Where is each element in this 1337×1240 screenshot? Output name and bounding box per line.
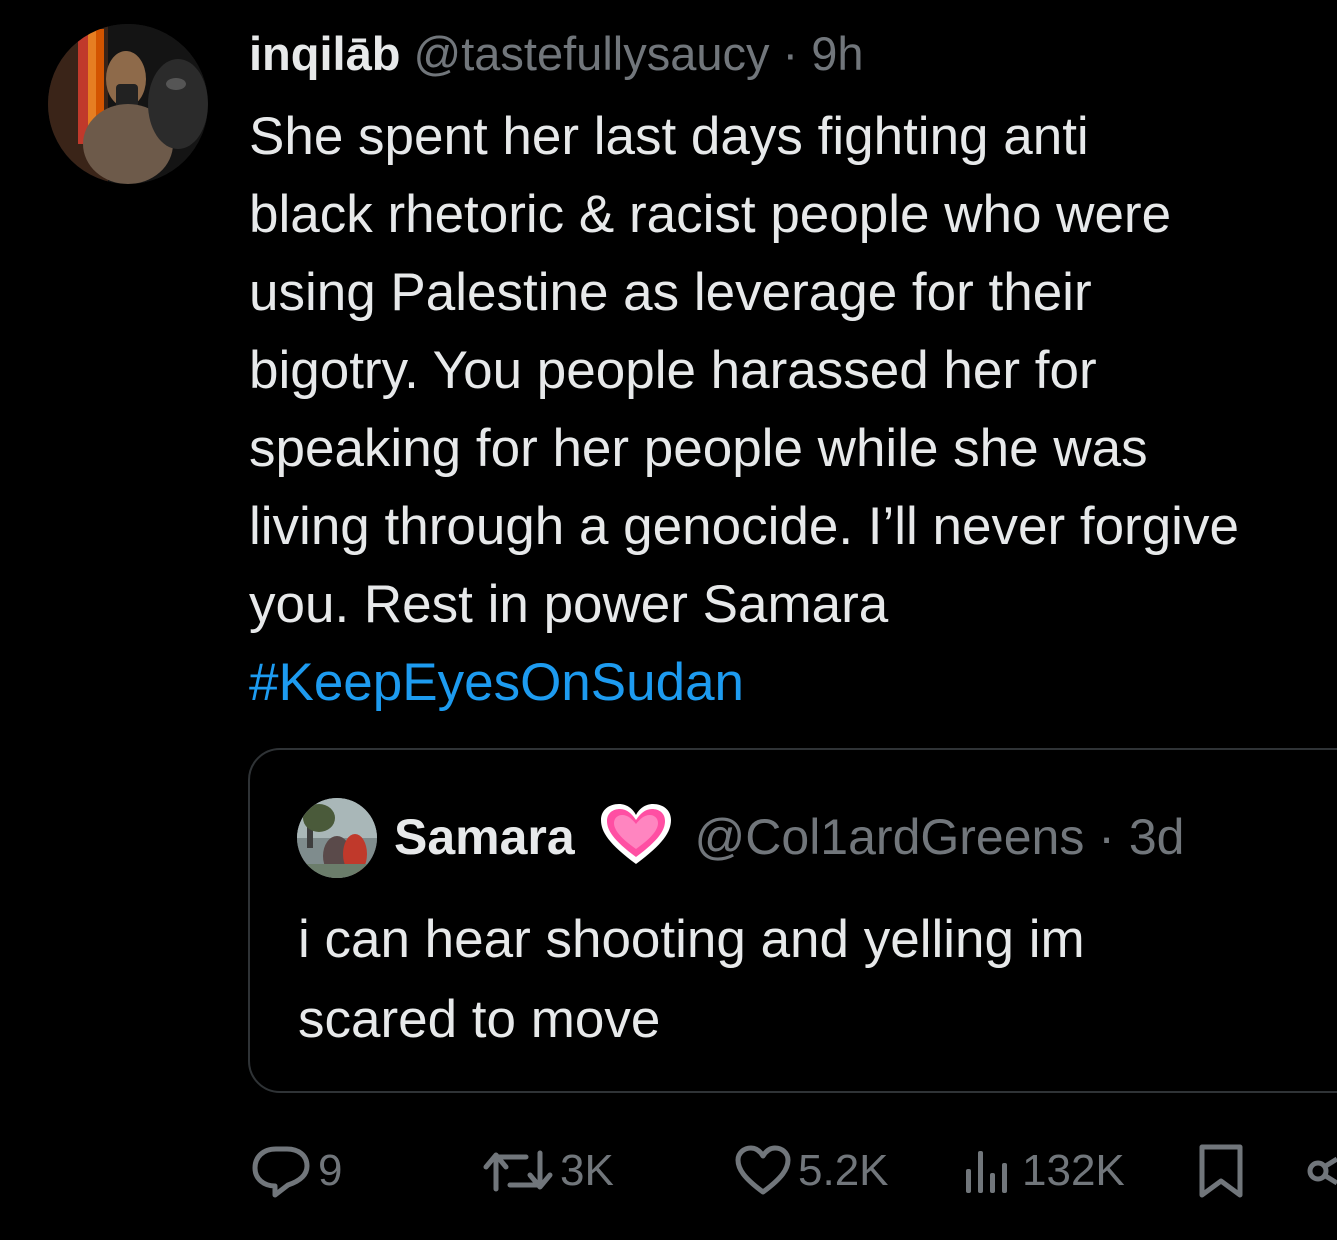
tweet-text-line: bigotry. You people harassed her for: [249, 341, 1097, 400]
reply-icon: [252, 1146, 310, 1198]
like-count: 5.2K: [798, 1146, 889, 1195]
tweet-actions-bar: 9 3K 5.2K 132K: [250, 1136, 1337, 1206]
tweet-text-line: living through a genocide. I’ll never fo…: [249, 497, 1239, 556]
tweet-content: inqilāb @tastefullysaucy · 9h She spent …: [249, 20, 1337, 722]
author-avatar[interactable]: [48, 24, 208, 184]
quoted-author-avatar[interactable]: [297, 798, 377, 878]
quoted-header-separator: ·: [1098, 809, 1115, 865]
quoted-display-name[interactable]: Samara: [394, 809, 575, 865]
like-button[interactable]: 5.2K: [734, 1136, 889, 1206]
quoted-text-line: i can hear shooting and yelling im: [298, 910, 1085, 969]
tweet-text: She spent her last days fighting anti bl…: [249, 98, 1337, 722]
share-button[interactable]: [1304, 1136, 1337, 1206]
views-count: 132K: [1022, 1146, 1125, 1195]
quoted-handle[interactable]: @Col1ardGreens: [695, 809, 1085, 865]
tweet[interactable]: inqilāb @tastefullysaucy · 9h She spent …: [0, 0, 1337, 1240]
tweet-text-line: black rhetoric & racist people who were: [249, 185, 1172, 244]
header-separator: ·: [782, 27, 799, 80]
share-icon: [1307, 1156, 1337, 1186]
sparkling-heart-icon: [599, 802, 673, 868]
quoted-text-line: scared to move: [298, 990, 661, 1049]
reply-button[interactable]: 9: [250, 1136, 342, 1206]
repost-count: 3K: [560, 1146, 614, 1195]
hashtag-link[interactable]: #KeepEyesOnSudan: [249, 644, 1337, 722]
views-button[interactable]: 132K: [960, 1136, 1125, 1206]
tweet-text-line: She spent her last days fighting anti: [249, 107, 1089, 166]
quoted-tweet-text: i can hear shooting and yelling im scare…: [298, 900, 1085, 1060]
bookmark-button[interactable]: [1194, 1136, 1248, 1206]
repost-icon: [483, 1150, 553, 1192]
bookmark-icon: [1199, 1144, 1243, 1198]
tweet-text-line: you. Rest in power Samara: [249, 575, 889, 634]
tweet-timestamp[interactable]: 9h: [811, 27, 863, 80]
tweet-text-line: speaking for her people while she was: [249, 419, 1148, 478]
quoted-tweet[interactable]: Samara @Col1ardGreens · 3d i can hear sh…: [248, 748, 1337, 1093]
views-bar-chart-icon: [966, 1151, 1007, 1193]
author-display-name[interactable]: inqilāb: [249, 27, 400, 80]
author-avatar-image: [48, 24, 208, 184]
reply-count: 9: [318, 1146, 343, 1195]
quoted-tweet-header: Samara @Col1ardGreens · 3d: [394, 802, 1184, 872]
author-handle[interactable]: @tastefullysaucy: [414, 27, 770, 80]
repost-button[interactable]: 3K: [482, 1136, 614, 1206]
tweet-header: inqilāb @tastefullysaucy · 9h: [249, 20, 1337, 88]
quoted-author-avatar-image: [297, 798, 377, 878]
quoted-timestamp[interactable]: 3d: [1129, 809, 1185, 865]
heart-icon: [735, 1145, 791, 1195]
tweet-text-line: using Palestine as leverage for their: [249, 263, 1092, 322]
